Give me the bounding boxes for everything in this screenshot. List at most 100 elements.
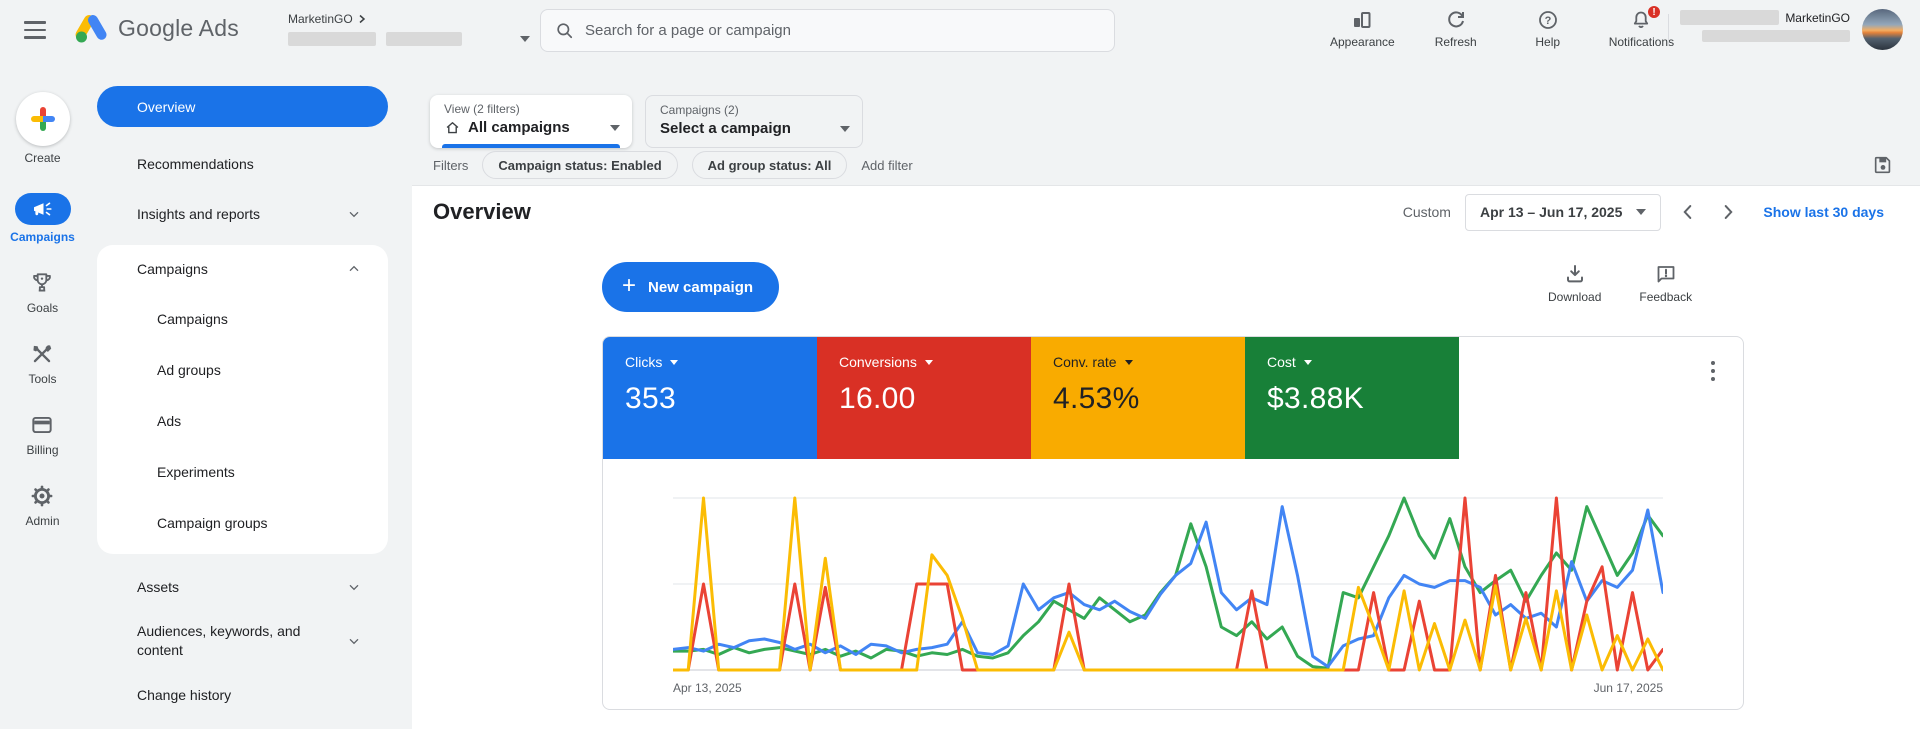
filter-chip-ad-group-status[interactable]: Ad group status: All	[691, 151, 848, 179]
scorecards: Clicks 353 Conversions 16.00 Conv. rate …	[603, 337, 1459, 459]
scorecard-value: 16.00	[839, 382, 916, 415]
show-last-30-days-link[interactable]: Show last 30 days	[1763, 204, 1884, 220]
notification-badge: !	[1646, 4, 1663, 20]
redacted-account-id	[386, 32, 462, 46]
download-icon	[1566, 265, 1583, 283]
scorecard-value: 353	[625, 382, 676, 415]
page-header: Overview Custom Apr 13 – Jun 17, 2025 Sh…	[433, 192, 1884, 232]
save-filter-button[interactable]	[1872, 154, 1894, 176]
caret-down-icon	[1124, 359, 1133, 365]
nav-item-experiments[interactable]: Experiments	[97, 446, 388, 497]
scorecard-conv-rate[interactable]: Conv. rate 4.53%	[1031, 337, 1245, 459]
notifications-button[interactable]: ! Notifications	[1609, 4, 1674, 49]
nav-item-insights-and-reports[interactable]: Insights and reports	[97, 189, 388, 239]
date-mode-label: Custom	[1402, 204, 1451, 220]
chevron-down-icon	[349, 584, 359, 591]
page-title: Overview	[433, 199, 531, 224]
product-name: Google Ads	[118, 14, 239, 41]
rail-item-tools[interactable]: Tools	[28, 341, 57, 386]
scorecard-value: $3.88K	[1267, 382, 1364, 415]
redacted-account-id	[288, 32, 376, 46]
divider	[1668, 14, 1669, 46]
caret-down-icon	[1636, 209, 1647, 215]
tools-icon	[33, 345, 52, 363]
kebab-icon	[1711, 361, 1715, 365]
date-range-picker[interactable]: Apr 13 – Jun 17, 2025	[1464, 193, 1662, 231]
top-actions: Appearance Refresh ? Help ! Notification…	[1330, 4, 1674, 49]
next-period-button[interactable]	[1715, 199, 1741, 225]
scorecard-conversions[interactable]: Conversions 16.00	[817, 337, 1031, 459]
rail-item-goals[interactable]: Goals	[27, 270, 58, 315]
rail-item-campaigns[interactable]: Campaigns	[10, 193, 75, 244]
previous-period-button[interactable]	[1675, 199, 1701, 225]
nav-item-audiences-keywords-content[interactable]: Audiences, keywords, and content	[97, 612, 388, 670]
caret-down-icon	[670, 359, 679, 365]
menu-button[interactable]	[24, 19, 50, 41]
nav-item-campaign-groups[interactable]: Campaign groups	[97, 497, 388, 548]
filters-label: Filters	[433, 157, 469, 173]
rail-item-billing[interactable]: Billing	[26, 412, 59, 457]
chevron-right-icon	[1725, 205, 1733, 219]
google-ads-app: Google Ads MarketinGO Appearance	[0, 0, 1920, 729]
nav-item-recommendations[interactable]: Recommendations	[97, 139, 388, 189]
campaign-select-dropdown[interactable]: Campaigns (2) Select a campaign	[645, 95, 863, 148]
caret-down-icon	[1303, 359, 1312, 365]
google-ads-logo[interactable]: Google Ads	[72, 12, 239, 44]
nav-item-ads[interactable]: Ads	[97, 395, 388, 446]
search-input[interactable]	[585, 22, 1100, 39]
chevron-right-icon	[359, 14, 365, 24]
card-menu-button[interactable]	[1705, 355, 1721, 387]
plus-icon	[30, 107, 55, 131]
top-bar: Google Ads MarketinGO Appearance	[0, 0, 1920, 60]
scorecard-cost[interactable]: Cost $3.88K	[1245, 337, 1459, 459]
view-filter-dropdown[interactable]: View (2 filters) All campaigns	[430, 95, 632, 148]
google-ads-logo-icon	[75, 15, 107, 43]
refresh-icon	[1447, 11, 1464, 28]
account-switcher[interactable]: MarketinGO	[288, 12, 530, 46]
global-search	[540, 9, 1115, 52]
scorecard-clicks[interactable]: Clicks 353	[603, 337, 817, 459]
filters-bar: Filters Campaign status: Enabled Ad grou…	[433, 150, 1894, 180]
credit-card-icon	[32, 416, 53, 434]
caret-down-icon	[610, 124, 620, 131]
chevron-down-icon	[349, 211, 359, 218]
caret-down-icon	[520, 36, 530, 42]
user-account-info[interactable]: MarketinGO	[1680, 10, 1850, 42]
nav-item-change-history[interactable]: Change history	[97, 670, 388, 720]
caret-down-icon	[840, 125, 850, 132]
nav-item-assets[interactable]: Assets	[97, 562, 388, 612]
avatar[interactable]	[1862, 9, 1903, 50]
x-axis-start-label: Apr 13, 2025	[673, 681, 742, 695]
chevron-left-icon	[1683, 205, 1692, 219]
rail-item-create[interactable]: Create	[15, 92, 70, 165]
nav-item-overview[interactable]: Overview	[97, 86, 388, 127]
nav-item-ad-groups[interactable]: Ad groups	[97, 344, 388, 395]
overview-card: Clicks 353 Conversions 16.00 Conv. rate …	[602, 336, 1744, 710]
rail-item-admin[interactable]: Admin	[25, 483, 60, 528]
scorecard-value: 4.53%	[1053, 382, 1140, 415]
hamburger-icon	[24, 21, 46, 24]
new-campaign-button[interactable]: + New campaign	[602, 262, 780, 312]
help-button[interactable]: ? Help	[1517, 8, 1579, 49]
add-filter-button[interactable]: Add filter	[861, 158, 912, 173]
download-button[interactable]: Download	[1548, 262, 1601, 304]
user-org: MarketinGO	[1785, 10, 1850, 25]
card-actions: Download Feedback	[1548, 262, 1692, 304]
megaphone-icon	[33, 202, 52, 216]
refresh-button[interactable]: Refresh	[1425, 8, 1487, 49]
chevron-up-icon	[349, 265, 359, 272]
chevron-down-icon	[349, 638, 359, 645]
filter-chip-campaign-status[interactable]: Campaign status: Enabled	[482, 151, 678, 179]
account-name: MarketinGO	[288, 12, 353, 26]
create-circle	[15, 92, 70, 146]
feedback-button[interactable]: Feedback	[1639, 262, 1692, 304]
trend-chart	[673, 496, 1663, 672]
gear-icon	[32, 485, 53, 507]
nav-item-campaigns-expander[interactable]: Campaigns	[97, 245, 388, 293]
nav-item-campaigns[interactable]: Campaigns	[97, 293, 388, 344]
appearance-button[interactable]: Appearance	[1330, 8, 1395, 49]
plus-icon: +	[622, 272, 637, 299]
nav-section-campaigns: Campaigns Campaigns Ad groups Ads Experi…	[97, 245, 388, 554]
feedback-icon	[1657, 266, 1675, 283]
caret-down-icon	[924, 359, 933, 365]
